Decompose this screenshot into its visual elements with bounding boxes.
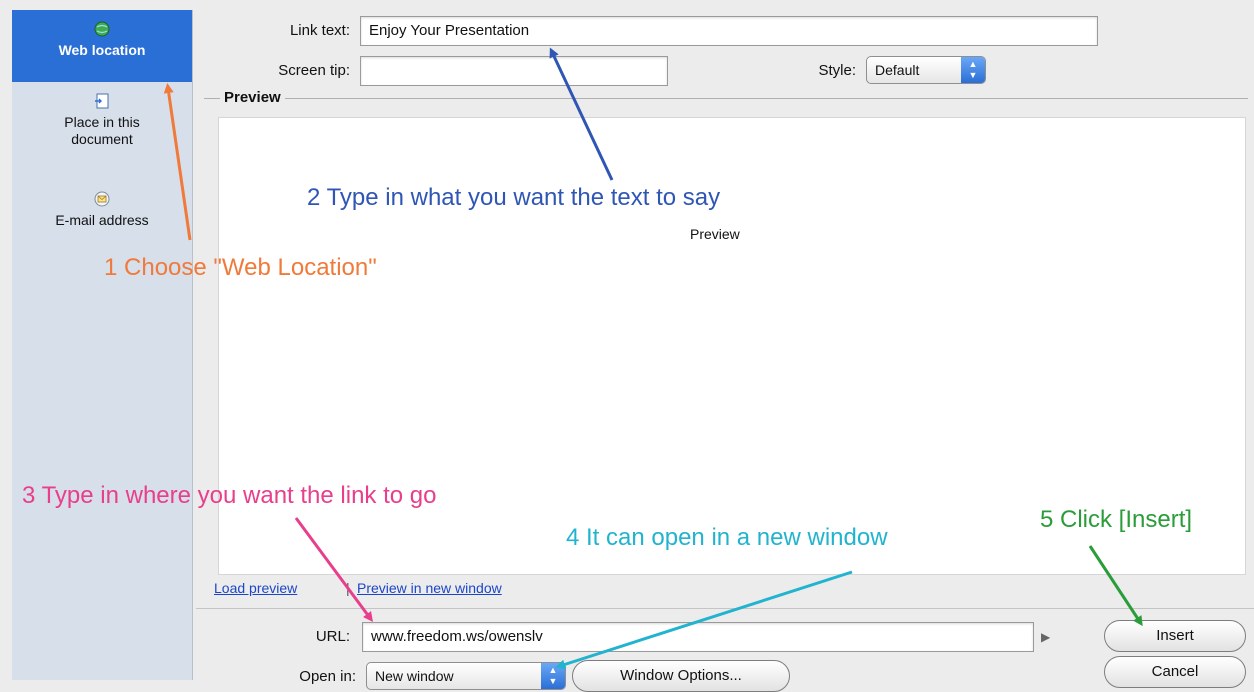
link-type-sidebar: Web location Place in this document E-ma… — [12, 10, 193, 680]
sidebar-item-label: E-mail address — [55, 212, 149, 228]
window-options-button[interactable]: Window Options... — [572, 660, 790, 692]
open-in-select-value: New window — [375, 668, 454, 684]
sidebar-item-label: Web location — [58, 42, 146, 58]
chevron-up-down-icon: ▲ ▼ — [541, 663, 565, 689]
annotation-step-2: 2 Type in what you want the text to say — [307, 184, 721, 211]
link-text-label: Link text: — [289, 22, 350, 39]
screen-tip-input[interactable] — [360, 56, 668, 86]
style-label: Style: — [818, 62, 856, 79]
style-select[interactable]: Default ▲ ▼ — [866, 56, 986, 84]
annotation-step-5: 5 Click [Insert] — [1040, 506, 1193, 533]
email-icon — [94, 191, 110, 207]
annotation-step-4: 4 It can open in a new window — [566, 524, 888, 551]
link-text-input[interactable]: Enjoy Your Presentation — [360, 16, 1098, 46]
annotation-step-1: 1 Choose "Web Location" — [104, 254, 377, 281]
sidebar-item-email-address[interactable]: E-mail address — [12, 190, 192, 229]
chevron-up-down-icon: ▲ ▼ — [961, 57, 985, 83]
url-label: URL: — [315, 628, 350, 645]
link-separator: | — [346, 580, 350, 596]
style-select-value: Default — [875, 62, 920, 78]
annotation-step-3: 3 Type in where you want the link to go — [22, 482, 437, 509]
open-in-select[interactable]: New window ▲ ▼ — [366, 662, 566, 690]
load-preview-link[interactable]: Load preview — [214, 580, 297, 596]
play-arrow-icon[interactable]: ▶ — [1041, 630, 1050, 644]
sidebar-item-label: Place in this document — [64, 114, 140, 147]
bottom-divider — [196, 608, 1254, 609]
sidebar-item-place-in-document[interactable]: Place in this document — [12, 92, 192, 148]
insert-button[interactable]: Insert — [1104, 620, 1246, 652]
insert-hyperlink-dialog: Web location Place in this document E-ma… — [0, 0, 1254, 692]
screen-tip-label: Screen tip: — [278, 62, 350, 79]
preview-title: Preview — [220, 89, 285, 106]
preview-placeholder: Preview — [690, 226, 740, 242]
sidebar-item-web-location[interactable]: Web location — [12, 10, 192, 82]
preview-in-new-window-link[interactable]: Preview in new window — [357, 580, 502, 596]
document-icon — [95, 93, 109, 109]
open-in-label: Open in: — [299, 668, 356, 685]
url-input[interactable]: www.freedom.ws/owenslv — [362, 622, 1034, 652]
globe-icon — [94, 21, 110, 37]
cancel-button[interactable]: Cancel — [1104, 656, 1246, 688]
